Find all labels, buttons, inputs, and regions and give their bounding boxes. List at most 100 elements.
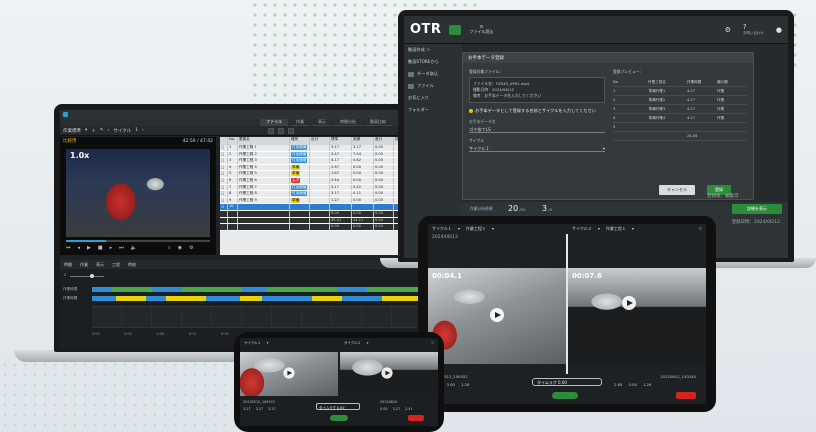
timeline-tab[interactable]: 時間	[64, 262, 72, 268]
play-icon[interactable]: ▶	[87, 245, 91, 251]
chevron-down-icon[interactable]: ▾	[85, 128, 87, 133]
sync-button[interactable]	[330, 415, 348, 421]
chart-view-icon[interactable]	[287, 127, 294, 134]
phone-right-video[interactable]	[340, 352, 438, 396]
zoom-track[interactable]	[69, 273, 104, 278]
camera-icon[interactable]: ◉	[178, 245, 182, 251]
timeline-tab[interactable]: 時刻	[128, 262, 136, 268]
video-frame[interactable]	[66, 149, 210, 237]
edit-icon[interactable]: ✎	[100, 128, 104, 133]
play-icon[interactable]	[622, 296, 636, 310]
phone-left-video[interactable]	[240, 352, 338, 396]
table-row[interactable]: □ 7 作業工程 7 付加価値 4.17 0.42 0.00	[220, 184, 428, 192]
skip-back-icon[interactable]: ⏮	[66, 245, 71, 251]
time-lag-field[interactable]: タイムラグ 0.00	[316, 403, 360, 410]
preview-row[interactable]: 4 準備作業4 4.27 作業	[613, 114, 747, 123]
tab-video-compare[interactable]: 動画比較	[364, 119, 392, 126]
preview-row[interactable]: 2 準備作業2 4.27 作業	[613, 96, 747, 105]
row-checkbox[interactable]: □	[220, 151, 228, 158]
row-checkbox[interactable]: □	[220, 145, 228, 151]
sidebar-item-import[interactable]: データ取込	[404, 68, 462, 80]
menu-icon[interactable]: ☰	[431, 341, 434, 345]
cycle-select[interactable]: サイクル１	[244, 340, 261, 345]
preview-row[interactable]: 5	[613, 123, 747, 132]
step-forward-icon[interactable]: ▸	[110, 245, 113, 251]
cycle-select[interactable]: サイクル１ ▾	[469, 144, 605, 152]
file-load-menu[interactable]: ☰ ファイル読込	[469, 24, 493, 35]
zoom-knob[interactable]	[89, 273, 94, 278]
row-checkbox[interactable]: □	[220, 197, 228, 204]
row-checkbox[interactable]: □	[220, 158, 228, 164]
chevron-down-icon[interactable]: ▾	[598, 226, 600, 231]
next-icon[interactable]: ›	[142, 128, 144, 133]
prev-icon[interactable]: ‹	[108, 128, 110, 133]
row-checkbox[interactable]: □	[220, 171, 228, 177]
grid-view-icon[interactable]	[267, 127, 274, 134]
home-button[interactable]	[449, 24, 462, 35]
compare-divider[interactable]	[566, 234, 568, 374]
add-icon[interactable]: ＋	[91, 128, 96, 134]
table-row[interactable]: □ 2 作業工程 2 付加価値 3.47 7.44 0.00	[220, 151, 428, 159]
preview-row[interactable]: 3 準備作業3 4.27 作業	[613, 105, 747, 114]
process-select[interactable]: 作業工程１	[466, 226, 486, 232]
chevron-down-icon[interactable]: ▾	[492, 226, 494, 231]
stop-icon[interactable]: ■	[98, 245, 103, 251]
row-checkbox[interactable]: □	[220, 184, 228, 191]
cycle-select[interactable]: サイクル	[113, 128, 131, 134]
right-video[interactable]: 00:07.6	[568, 268, 706, 364]
sync-button[interactable]	[552, 392, 578, 399]
timeline-lane-1[interactable]	[92, 287, 422, 292]
play-icon[interactable]	[381, 367, 393, 379]
seek-bar[interactable]	[66, 240, 210, 242]
chevron-down-icon[interactable]: ▾	[458, 226, 460, 231]
sidebar-item-folder[interactable]: フォルダー	[404, 104, 462, 116]
table-row[interactable]: □ 1 作業工程 1 付加価値 3.17 3.17 0.00	[220, 145, 428, 152]
row-checkbox[interactable]: □	[220, 177, 228, 184]
process-select[interactable]: 作業工程１	[606, 226, 626, 232]
row-checkbox[interactable]: □	[220, 164, 228, 171]
cancel-button[interactable]: キャンセル	[659, 185, 695, 195]
chevron-down-icon[interactable]: ▾	[632, 226, 634, 231]
details-button[interactable]: 詳細を表示	[732, 204, 782, 214]
time-lag-field[interactable]: タイムラグ 0.00	[532, 378, 602, 386]
left-video[interactable]: 00:04.1	[428, 268, 566, 364]
chevron-down-icon[interactable]: ▾	[267, 341, 269, 345]
timeline-lane-2[interactable]	[92, 296, 422, 301]
name-field[interactable]: ゴミ捨てLS	[469, 125, 605, 133]
category-select[interactable]: 作業標準	[63, 128, 81, 134]
timeline-tab[interactable]: 作業	[80, 262, 88, 268]
tab-view[interactable]: 表示	[312, 119, 332, 126]
help-icon[interactable]: ? お問い合わせ	[743, 23, 764, 36]
step-back-icon[interactable]: ◂	[78, 245, 81, 251]
tab-file[interactable]: ファイル	[260, 119, 288, 126]
sidebar-item-favorite[interactable]: お気に入り	[404, 92, 462, 104]
table-row[interactable]: □ 3 作業工程 3 付加価値 4.17 4.62 0.00	[220, 158, 428, 165]
volume-icon[interactable]: 🔈	[131, 245, 137, 251]
table-row[interactable]: □ 5 作業工程 5 準備 1.87 0.00 0.00	[220, 171, 428, 178]
table-row[interactable]: □ 4 作業工程 4 準備 2.67 0.00 0.00	[220, 164, 428, 172]
sidebar-item-file[interactable]: ファイル	[404, 80, 462, 92]
cycle-select[interactable]: サイクル２	[344, 340, 361, 345]
play-icon[interactable]	[283, 367, 295, 379]
tab-time-analysis[interactable]: 時間分析	[334, 119, 362, 126]
table-row[interactable]: □ 8 作業工程 8 付加価値 3.17 0.11 0.00	[220, 191, 428, 198]
row-checkbox[interactable]: □	[220, 204, 228, 210]
play-icon[interactable]	[490, 308, 504, 322]
cycle-select[interactable]: サイクル２	[572, 226, 592, 232]
settings-icon[interactable]: ⚙	[189, 245, 193, 251]
user-icon[interactable]: ●	[776, 26, 782, 34]
zoom-slider[interactable]: ⌕	[64, 273, 124, 279]
chevron-down-icon[interactable]: ▾	[367, 341, 369, 345]
skip-forward-icon[interactable]: ⏭	[119, 245, 124, 251]
table-row[interactable]: □ 9 作業工程 9 準備 1.27 0.00 0.00	[220, 197, 428, 205]
record-button[interactable]	[676, 392, 696, 399]
timeline-tab[interactable]: 工程	[112, 262, 120, 268]
menu-icon[interactable]: ☰	[698, 226, 702, 231]
table-row[interactable]: □ 10	[220, 204, 428, 211]
sidebar-item-store[interactable]: 動画STOREから	[404, 56, 462, 68]
preview-row[interactable]: 1 準備作業1 4.27 作業	[613, 87, 747, 96]
timeline-tab[interactable]: 表示	[96, 262, 104, 268]
row-checkbox[interactable]: □	[220, 191, 228, 197]
record-button[interactable]	[408, 415, 424, 421]
tab-work[interactable]: 作業	[290, 119, 310, 126]
